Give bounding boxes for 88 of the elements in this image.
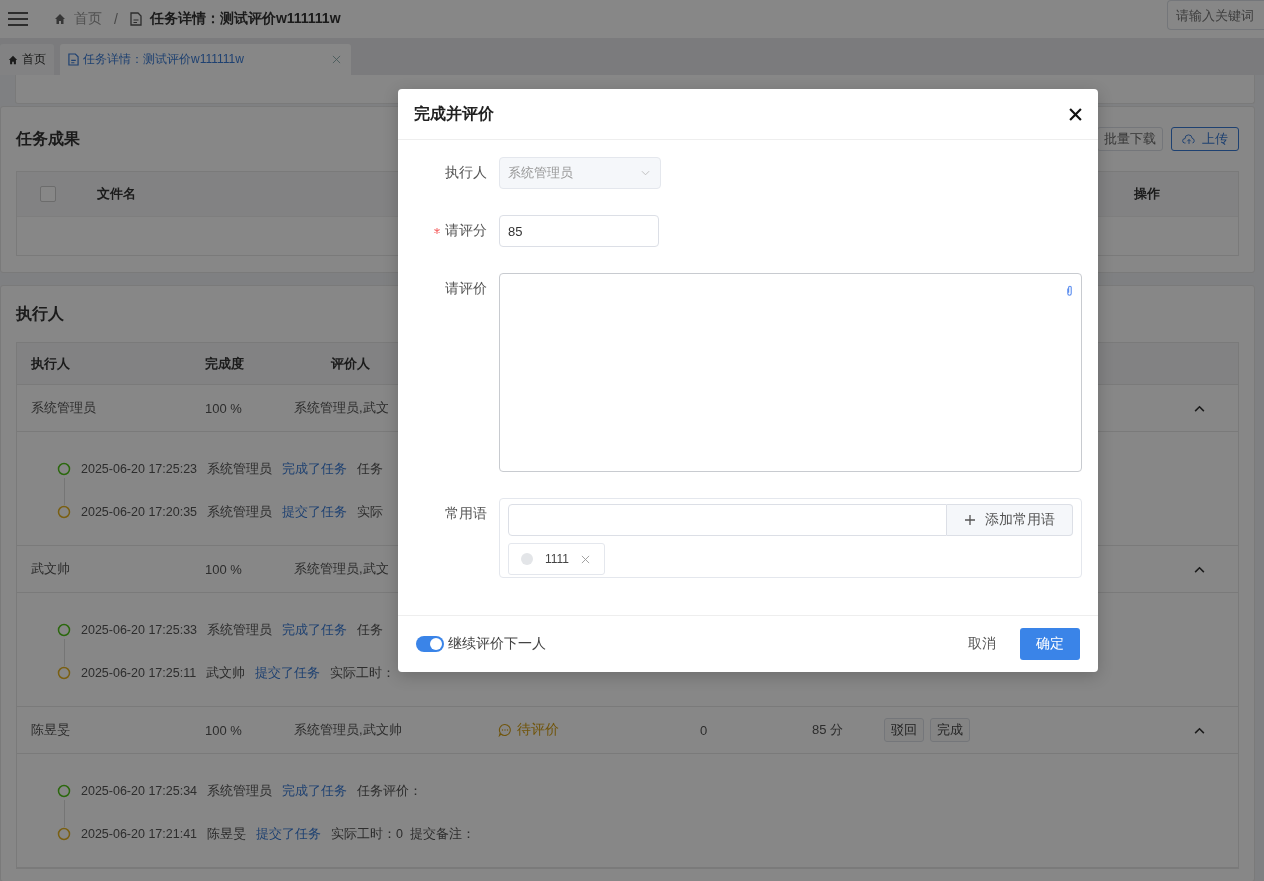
- status-label: 待评价: [498, 721, 559, 739]
- table-cell-text: 100 %: [205, 561, 243, 577]
- toggle-switch[interactable]: [416, 636, 444, 652]
- home-icon: [8, 54, 18, 65]
- log-note: 任务: [357, 621, 384, 639]
- column-header: 执行人: [31, 354, 71, 373]
- card-title: 任务成果: [16, 128, 80, 149]
- user-name: 系统管理员: [207, 621, 273, 639]
- table-cell-text: 100 %: [205, 400, 243, 416]
- chat-icon: [498, 723, 512, 737]
- table-cell-text: 系统管理员,武文: [294, 560, 390, 578]
- log-note: 任务评价：: [357, 782, 423, 800]
- tab[interactable]: 任务详情：测试评价w111111w: [60, 44, 351, 75]
- tab[interactable]: 首页: [0, 44, 54, 75]
- user-name: 系统管理员: [207, 782, 273, 800]
- log-note: 实际: [357, 503, 384, 521]
- action-link[interactable]: 提交了任务: [282, 503, 348, 521]
- timestamp: 2025-06-20 17:21:41: [81, 827, 198, 841]
- timeline-dot-icon: [57, 666, 71, 680]
- cloud-upload-icon: [1182, 133, 1196, 145]
- score-field[interactable]: 85: [499, 215, 659, 247]
- table-cell-text: 0: [700, 722, 709, 738]
- document-icon: [68, 53, 79, 66]
- table-cell-text: 系统管理员,武文: [294, 399, 390, 417]
- table-cell-text: 武文帅: [31, 560, 71, 578]
- timestamp: 2025-06-20 17:20:35: [81, 505, 198, 519]
- breadcrumb-separator: /: [114, 11, 118, 27]
- dialog-title: 完成并评价: [414, 103, 494, 124]
- plus-icon: [964, 515, 975, 525]
- action-link[interactable]: 提交了任务: [256, 825, 322, 843]
- download-button[interactable]: 批量下载: [1097, 127, 1163, 151]
- comment-field[interactable]: [499, 273, 1082, 472]
- paperclip-icon[interactable]: [1066, 285, 1073, 297]
- timestamp: 2025-06-20 17:25:11: [81, 666, 197, 680]
- document-icon: [129, 12, 142, 26]
- action-link[interactable]: 提交了任务: [255, 664, 321, 682]
- field-label: 常用语: [445, 505, 487, 523]
- action-link[interactable]: 完成了任务: [282, 460, 348, 478]
- chevron-up-icon[interactable]: [1194, 565, 1205, 573]
- table-cell-text: 陈昱旻: [31, 721, 71, 739]
- user-name: 系统管理员: [207, 503, 273, 521]
- card-title: 执行人: [16, 303, 64, 324]
- caret-icon: [641, 170, 650, 176]
- timestamp: 2025-06-20 17:25:34: [81, 784, 198, 798]
- action-link[interactable]: 完成了任务: [282, 782, 348, 800]
- column-header: 评价人: [330, 354, 371, 373]
- timeline-dot-icon: [57, 505, 71, 519]
- column-header: 操作: [1134, 185, 1160, 203]
- log-note: 实际工时：0 提交备注：: [331, 825, 475, 843]
- log-note: 实际工时：: [330, 664, 396, 682]
- table-cell-text: 85 分: [812, 721, 845, 739]
- column-header: 完成度: [205, 354, 245, 373]
- timeline-dot-icon: [57, 623, 71, 637]
- menu-icon[interactable]: [8, 12, 28, 26]
- timestamp: 2025-06-20 17:25:33: [81, 623, 198, 637]
- timeline-dot-icon: [57, 827, 71, 841]
- field-label: 请评分: [445, 222, 487, 240]
- breadcrumb-current: 任务详情：测试评价w111111w: [149, 10, 341, 28]
- upload-button[interactable]: 上传: [1171, 127, 1239, 151]
- action-link[interactable]: 完成了任务: [282, 621, 348, 639]
- field-label: 请评价: [445, 280, 487, 298]
- log-note: 任务: [357, 460, 384, 478]
- home-icon: [54, 13, 66, 25]
- field-label: 执行人: [445, 164, 487, 182]
- action-button[interactable]: 完成: [930, 718, 970, 742]
- dot-icon: [521, 553, 533, 565]
- add-phrase-button[interactable]: 添加常用语: [947, 504, 1073, 536]
- cancel-button[interactable]: 取消: [968, 631, 996, 657]
- user-name: 系统管理员: [207, 460, 273, 478]
- chevron-up-icon[interactable]: [1194, 726, 1205, 734]
- column-header: 文件名: [97, 185, 136, 203]
- table-cell-text: 系统管理员,武文帅: [294, 721, 403, 739]
- phrase-tag[interactable]: 1111: [508, 543, 606, 575]
- phrase-field[interactable]: [508, 504, 947, 536]
- toggle-label: 继续评价下一人: [448, 635, 546, 653]
- search-field[interactable]: 请输入关键词: [1167, 0, 1264, 30]
- timeline-dot-icon: [57, 462, 71, 476]
- user-name: 武文帅: [206, 664, 246, 682]
- timeline-dot-icon: [57, 784, 71, 798]
- table-cell-text: 系统管理员: [31, 399, 97, 417]
- close-icon[interactable]: [1069, 107, 1082, 121]
- chevron-up-icon[interactable]: [1194, 404, 1205, 412]
- user-name: 陈昱旻: [207, 825, 247, 843]
- action-button[interactable]: 驳回: [884, 718, 924, 742]
- confirm-button[interactable]: 确定: [1020, 628, 1080, 660]
- checkbox[interactable]: [40, 186, 56, 202]
- table-cell-text: 100 %: [205, 722, 243, 738]
- timestamp: 2025-06-20 17:25:23: [81, 462, 198, 476]
